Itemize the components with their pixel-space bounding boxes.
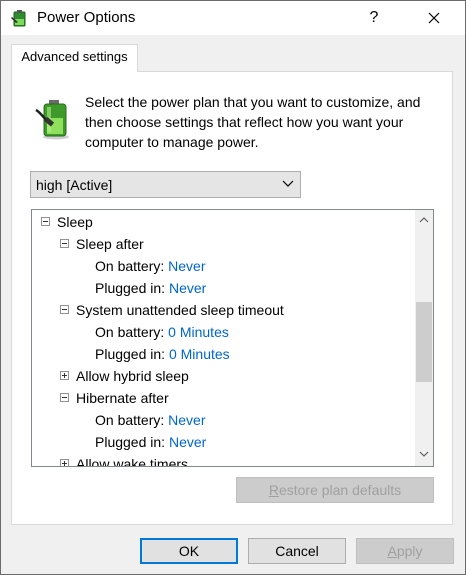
help-label: ? [369,9,379,26]
tree-item-label: Sleep after [76,236,144,252]
setting-label: On battery: [95,258,165,274]
tree-item-unattended-sleep[interactable]: System unattended sleep timeout [60,299,284,321]
scroll-up-icon[interactable] [419,215,429,225]
restore-plan-defaults-button[interactable]: Restore plan defaults [236,477,434,503]
tab-advanced-settings[interactable]: Advanced settings [11,44,138,72]
setting-label: On battery: [95,324,165,340]
window-title: Power Options [37,9,136,26]
tree-item-label: Allow hybrid sleep [76,368,189,384]
battery-icon [35,100,69,140]
cancel-button-label: Cancel [275,543,319,559]
setting-value-link[interactable]: Never [169,280,206,296]
apply-button[interactable]: Apply [356,538,454,564]
tab-label: Advanced settings [21,49,128,64]
setting-value-link[interactable]: Never [169,434,206,450]
tree-item-hibernate-plugged[interactable]: Plugged in: Never [95,431,206,453]
setting-value-link[interactable]: Never [168,258,205,274]
expand-icon[interactable] [60,371,69,380]
tree-item-sleep-after[interactable]: Sleep after [60,233,144,255]
tree-item-sleep[interactable]: Sleep [41,211,93,233]
setting-label: Plugged in: [95,434,166,450]
tree-item-label: Allow wake timers [76,456,189,467]
plan-select-value: high [Active] [36,177,113,193]
tree-item-unattended-plugged[interactable]: Plugged in: 0 Minutes [95,343,230,365]
cancel-button[interactable]: Cancel [248,538,346,564]
chevron-down-icon [282,180,294,187]
ok-button-label: OK [178,543,200,559]
tree-item-label: Hibernate after [76,390,169,406]
collapse-icon[interactable] [60,305,69,314]
settings-tree[interactable]: Sleep Sleep after On battery: Never Plug… [31,209,434,467]
tree-item-unattended-battery[interactable]: On battery: 0 Minutes [95,321,229,343]
close-button[interactable] [411,1,457,35]
collapse-icon[interactable] [60,393,69,402]
close-icon [428,12,440,24]
setting-label: Plugged in: [95,346,166,362]
tree-item-sleep-after-battery[interactable]: On battery: Never [95,255,206,277]
restore-button-label: estore plan defaults [278,482,402,498]
setting-value-link[interactable]: 0 Minutes [169,346,230,362]
tree-item-hibernate-after[interactable]: Hibernate after [60,387,169,409]
setting-value-link[interactable]: 0 Minutes [168,324,229,340]
tree-item-sleep-after-plugged[interactable]: Plugged in: Never [95,277,206,299]
ok-button[interactable]: OK [140,538,238,564]
power-options-icon [11,10,26,27]
setting-label: Plugged in: [95,280,166,296]
title-bar: Power Options ? [1,1,465,35]
scroll-down-icon[interactable] [419,449,429,459]
apply-button-access-key: A [387,543,397,559]
power-options-dialog: Power Options ? Advanced settings Select… [0,0,466,575]
description-text: Select the power plan that you want to c… [85,94,421,150]
tree-item-hibernate-battery[interactable]: On battery: Never [95,409,206,431]
power-plan-select[interactable]: high [Active] [30,171,301,198]
tree-item-hybrid-sleep[interactable]: Allow hybrid sleep [60,365,189,387]
restore-button-access-key: R [268,482,279,498]
setting-label: On battery: [95,412,165,428]
tree-item-label: Sleep [57,214,93,230]
vertical-scrollbar[interactable] [415,210,433,466]
collapse-icon[interactable] [41,217,50,226]
collapse-icon[interactable] [60,239,69,248]
expand-icon[interactable] [60,459,69,466]
help-button[interactable]: ? [351,1,397,35]
tree-item-wake-timers[interactable]: Allow wake timers [60,453,189,467]
tree-item-label: System unattended sleep timeout [76,302,284,318]
scrollbar-thumb[interactable] [416,302,432,382]
setting-value-link[interactable]: Never [168,412,205,428]
apply-button-label: pply [396,543,423,559]
